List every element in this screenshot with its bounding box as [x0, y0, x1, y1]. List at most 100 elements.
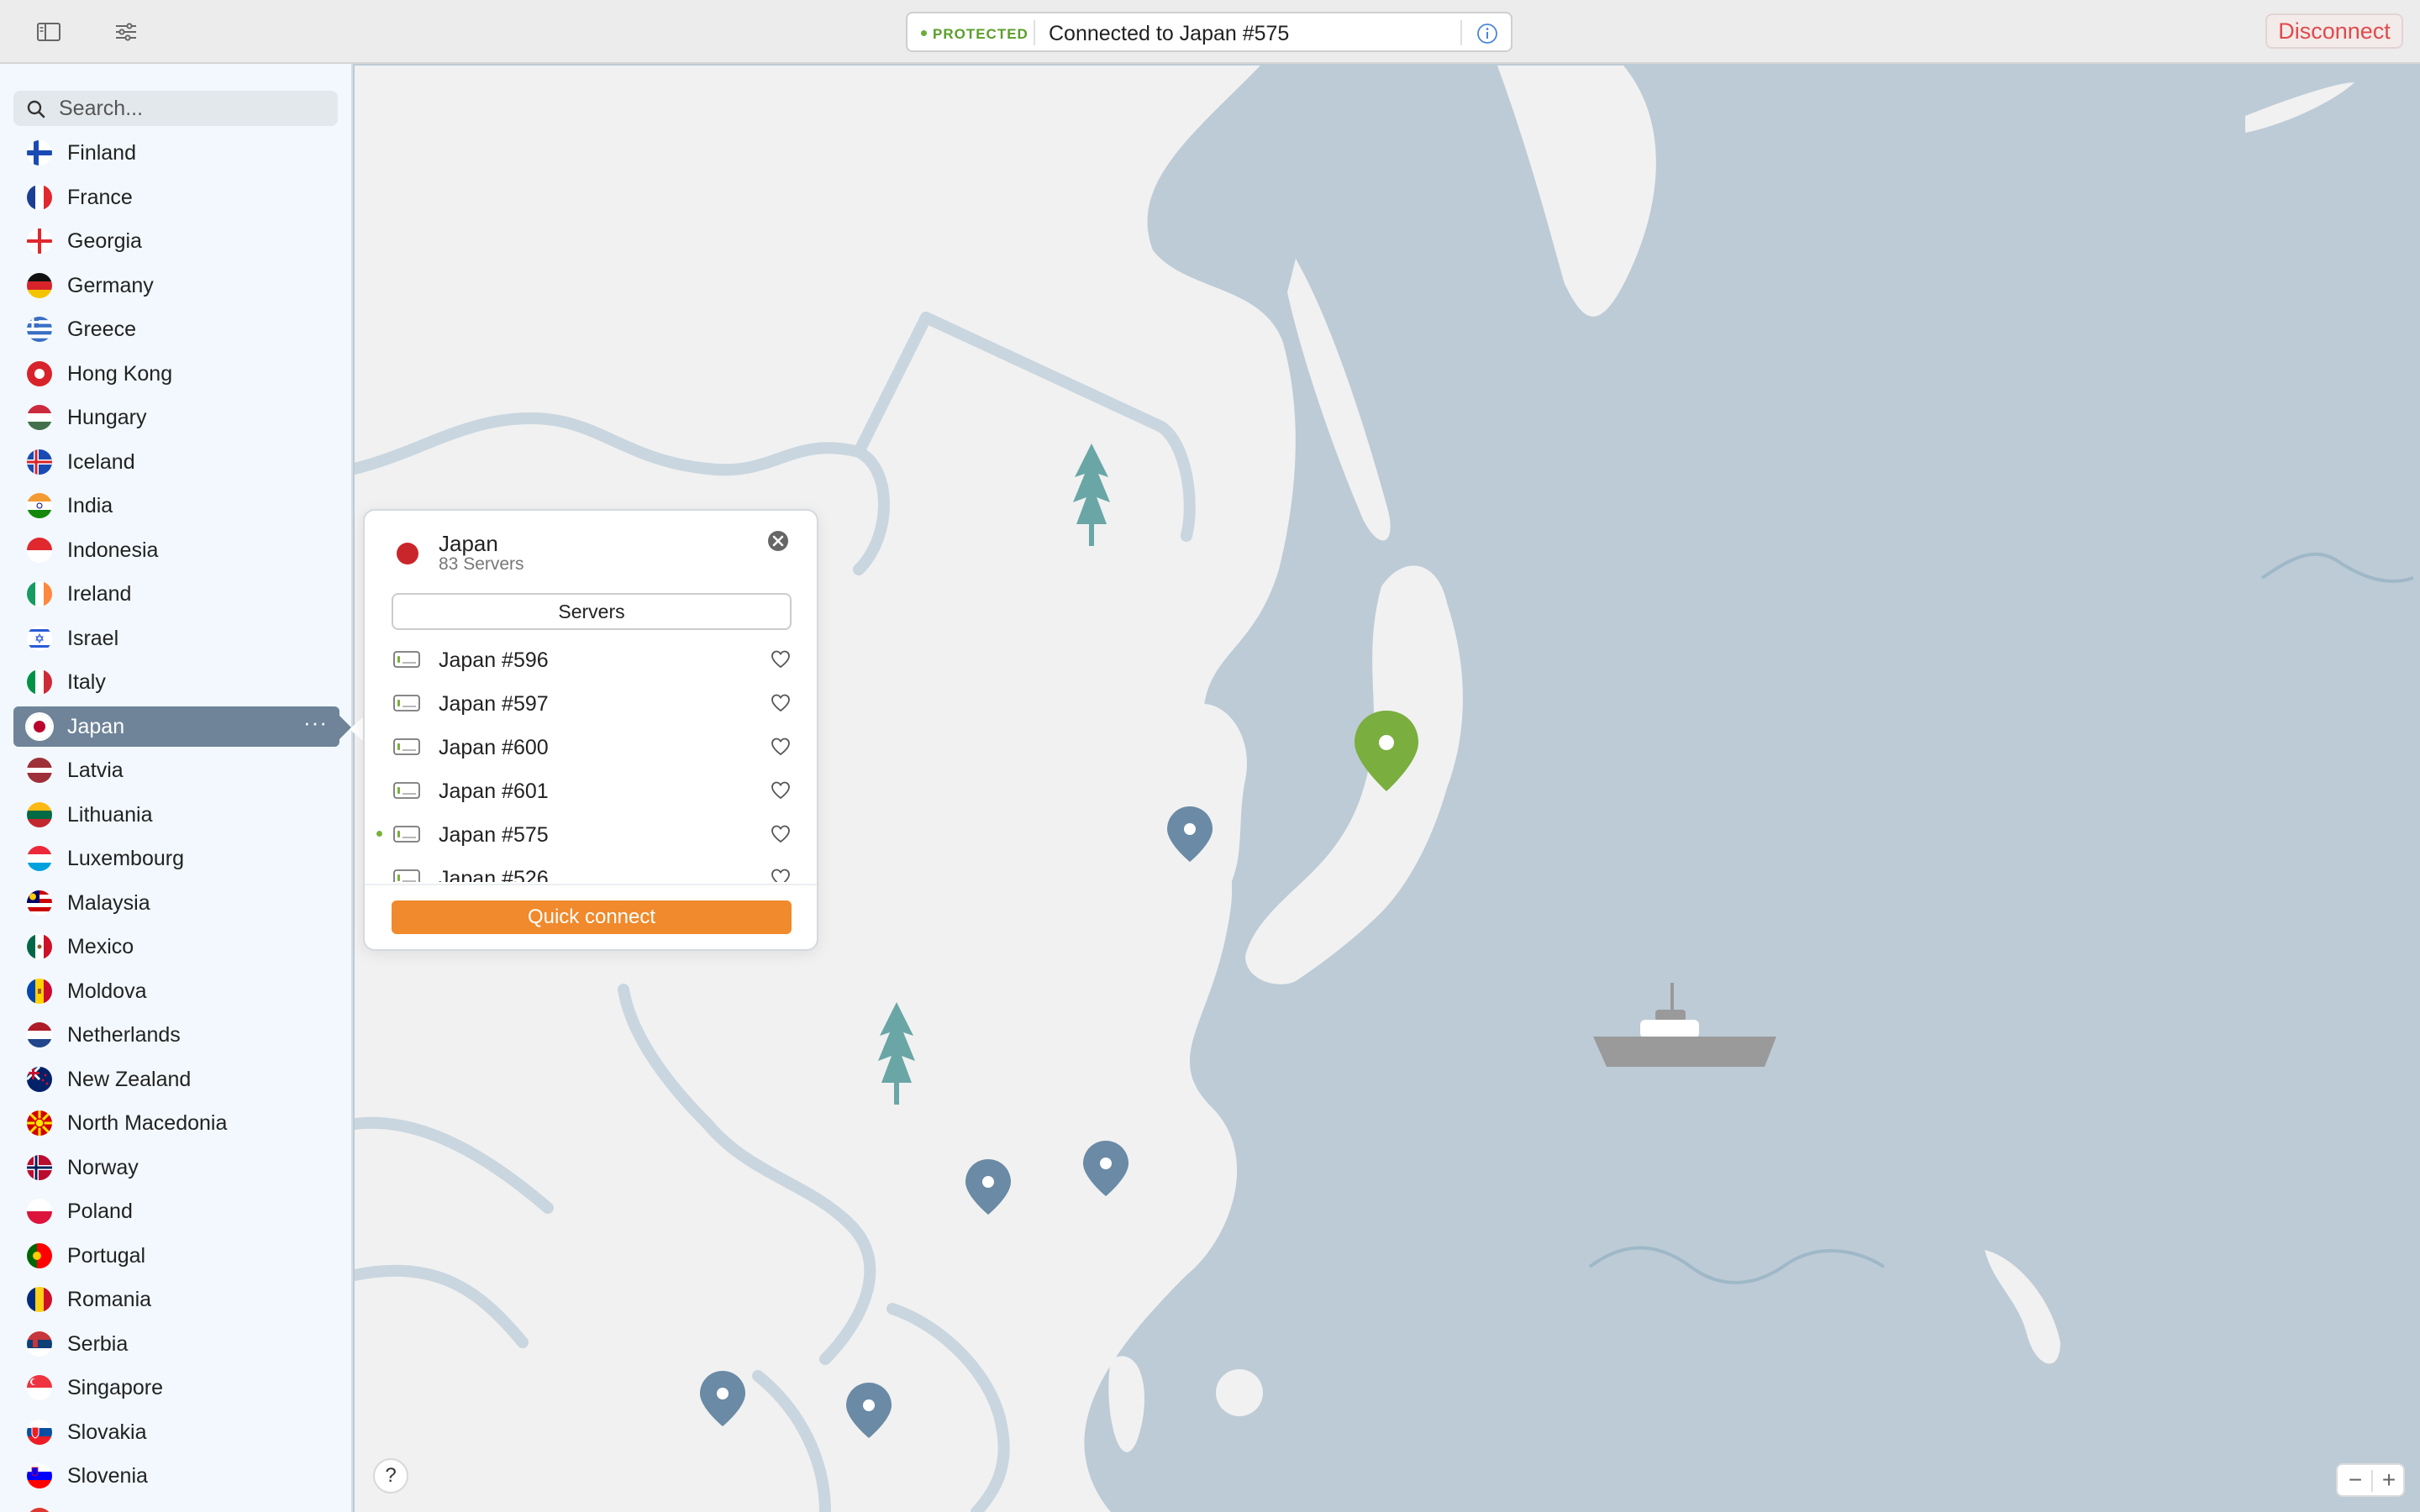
- sidebar-item-lithuania[interactable]: Lithuania: [13, 795, 339, 835]
- sidebar-item-indonesia[interactable]: Indonesia: [13, 530, 339, 570]
- sidebar-item-label: Singapore: [67, 1376, 163, 1399]
- indonesia-flag-icon: [27, 537, 52, 563]
- sidebar-item-label: Indonesia: [67, 538, 159, 562]
- country-popup: Japan 83 Servers Servers Japan #596 Japan…: [363, 509, 818, 951]
- sidebar-item-finland[interactable]: Finland: [13, 133, 339, 173]
- server-name: Japan #597: [439, 692, 549, 716]
- search-input[interactable]: [59, 96, 328, 121]
- sidebar-item-label: Portugal: [67, 1243, 146, 1268]
- sidebar-item-georgia[interactable]: Georgia: [13, 221, 339, 261]
- favorite-heart-icon[interactable]: [770, 780, 792, 801]
- ireland-flag-icon: [27, 581, 52, 606]
- sidebar-item-greece[interactable]: Greece: [13, 309, 339, 349]
- favorite-heart-icon[interactable]: [770, 692, 792, 714]
- sidebar-item-serbia[interactable]: Serbia: [13, 1324, 339, 1364]
- server-row[interactable]: Japan #597: [365, 682, 817, 726]
- lithuania-flag-icon: [27, 801, 52, 827]
- sidebar-item-romania[interactable]: Romania: [13, 1279, 339, 1320]
- sidebar-item-slovenia[interactable]: Slovenia: [13, 1456, 339, 1496]
- sidebar-item-label: Greece: [67, 318, 136, 341]
- sidebar-item-moldova[interactable]: Moldova: [13, 971, 339, 1011]
- japan-flag-icon: [27, 713, 52, 739]
- zoom-out-button[interactable]: −: [2339, 1467, 2371, 1495]
- sidebar-item-japan[interactable]: Japan ···: [13, 706, 339, 747]
- serbia-flag-icon: [27, 1331, 52, 1357]
- server-row[interactable]: Japan #575: [365, 813, 817, 857]
- sidebar-item-india[interactable]: India: [13, 486, 339, 526]
- sidebar-item-portugal[interactable]: Portugal: [13, 1236, 339, 1276]
- sidebar-item-label: Serbia: [67, 1331, 129, 1356]
- server-icon: [393, 782, 420, 799]
- sidebar-item-label: Poland: [67, 1200, 133, 1223]
- favorite-heart-icon[interactable]: [770, 736, 792, 758]
- help-button[interactable]: ?: [373, 1458, 408, 1494]
- quick-connect-button[interactable]: Quick connect: [392, 900, 792, 934]
- map-land-rock: [1216, 1369, 1263, 1416]
- iceland-flag-icon: [27, 449, 52, 475]
- moldova-flag-icon: [27, 978, 52, 1004]
- zoom-in-button[interactable]: +: [2373, 1467, 2405, 1495]
- sidebar-item-malaysia[interactable]: Malaysia: [13, 883, 339, 923]
- finland-flag-icon: [27, 140, 52, 165]
- north-macedonia-flag-icon: [27, 1110, 52, 1136]
- greece-flag-icon: [27, 317, 52, 342]
- sidebar-item-israel[interactable]: Israel: [13, 618, 339, 659]
- tab-servers[interactable]: Servers: [392, 593, 792, 630]
- malaysia-flag-icon: [27, 890, 52, 916]
- sidebar-item-label: Japan: [67, 714, 125, 738]
- sidebar-item-hungary[interactable]: Hungary: [13, 397, 339, 438]
- settings-sliders-icon[interactable]: [113, 18, 139, 45]
- server-row[interactable]: Japan #600: [365, 726, 817, 769]
- japan-flag-icon: [397, 543, 418, 564]
- favorite-heart-icon[interactable]: [770, 867, 792, 882]
- sidebar-item-singapore[interactable]: Singapore: [13, 1368, 339, 1408]
- sidebar-item-netherlands[interactable]: Netherlands: [13, 1015, 339, 1055]
- sidebar-item-hong-kong[interactable]: Hong Kong: [13, 354, 339, 394]
- sidebar-item-norway[interactable]: Norway: [13, 1147, 339, 1188]
- sidebar-item-label: Hungary: [67, 406, 147, 429]
- server-icon: [393, 695, 420, 711]
- popup-server-count: 83 Servers: [439, 554, 524, 574]
- sidebar-item-label: North Macedonia: [67, 1111, 228, 1135]
- netherlands-flag-icon: [27, 1022, 52, 1047]
- sidebar-item-label: Luxembourg: [67, 847, 184, 870]
- title-bar: PROTECTED Connected to Japan #575 Discon…: [0, 0, 2420, 64]
- server-name: Japan #601: [439, 780, 549, 803]
- slovenia-flag-icon: [27, 1463, 52, 1488]
- server-row[interactable]: Japan #596: [365, 638, 817, 682]
- sidebar-item-new-zealand[interactable]: New Zealand: [13, 1059, 339, 1100]
- sidebar-item-label: Slovenia: [67, 1464, 148, 1488]
- sidebar-item-label: Israel: [67, 626, 119, 650]
- sidebar-item-iceland[interactable]: Iceland: [13, 442, 339, 482]
- sidebar-item-poland[interactable]: Poland: [13, 1191, 339, 1231]
- sidebar-item-south-africa[interactable]: South Africa: [13, 1500, 339, 1512]
- sidebar-item-label: India: [67, 494, 113, 517]
- info-icon[interactable]: [1476, 22, 1499, 45]
- sidebar-item-latvia[interactable]: Latvia: [13, 750, 339, 790]
- sidebar-item-label: Norway: [67, 1155, 139, 1179]
- server-row[interactable]: Japan #601: [365, 769, 817, 813]
- favorite-heart-icon[interactable]: [770, 823, 792, 845]
- connection-status-box: PROTECTED Connected to Japan #575: [906, 12, 1512, 52]
- luxembourg-flag-icon: [27, 846, 52, 871]
- sidebar-item-germany[interactable]: Germany: [13, 265, 339, 306]
- sidebar-item-label: France: [67, 185, 133, 209]
- sidebar-item-france[interactable]: France: [13, 177, 339, 218]
- server-row[interactable]: Japan #526: [365, 857, 817, 882]
- more-options-icon[interactable]: ···: [303, 710, 328, 736]
- sidebar-item-slovakia[interactable]: Slovakia: [13, 1412, 339, 1452]
- sidebar-item-mexico[interactable]: Mexico: [13, 927, 339, 967]
- sidebar-item-label: Lithuania: [67, 802, 153, 827]
- sidebar-item-luxembourg[interactable]: Luxembourg: [13, 838, 339, 879]
- georgia-flag-icon: [27, 228, 52, 254]
- favorite-heart-icon[interactable]: [770, 648, 792, 670]
- disconnect-button[interactable]: Disconnect: [2265, 13, 2403, 49]
- server-list: Japan #596 Japan #597 Japan #600 Japan #601…: [365, 638, 817, 882]
- sidebar-item-north-macedonia[interactable]: North Macedonia: [13, 1103, 339, 1143]
- search-box[interactable]: [13, 91, 338, 126]
- sidebar-item-italy[interactable]: Italy: [13, 662, 339, 702]
- sidebar-item-ireland[interactable]: Ireland: [13, 574, 339, 614]
- hungary-flag-icon: [27, 405, 52, 430]
- sidebar-toggle-icon[interactable]: [35, 18, 62, 45]
- close-icon[interactable]: [766, 529, 790, 553]
